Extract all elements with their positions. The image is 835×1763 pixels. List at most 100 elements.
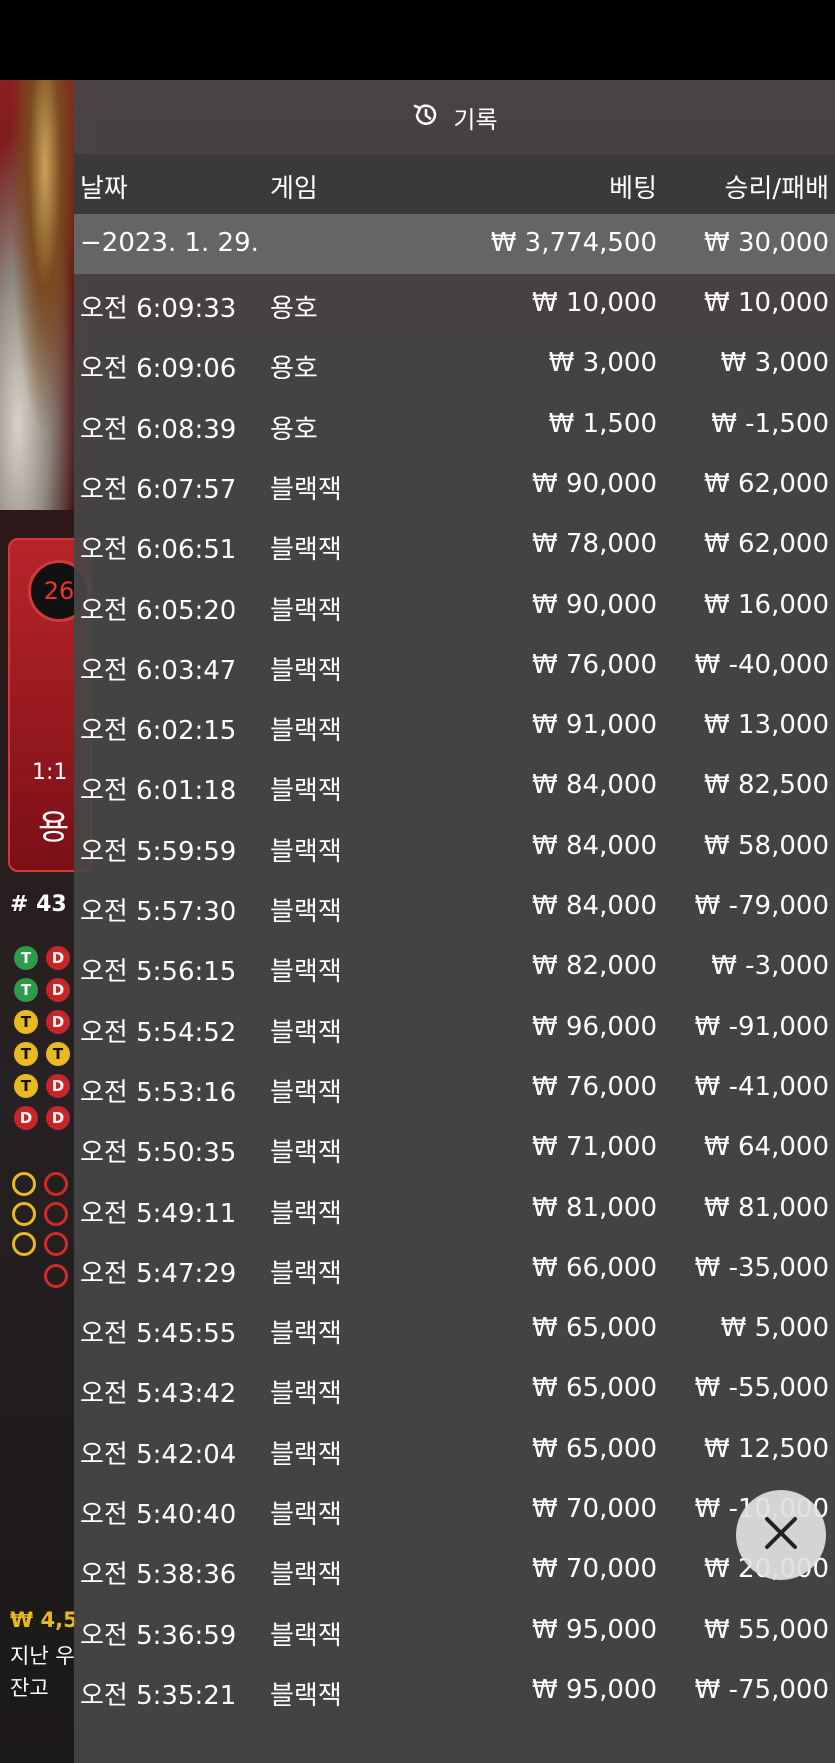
history-row[interactable]: 오전 6:07:57 블랙잭 ₩ 90,000 ₩ 62,000: [74, 455, 835, 515]
history-row[interactable]: 오전 6:09:33 용호 ₩ 10,000 ₩ 10,000: [74, 274, 835, 334]
date-group-label: −2023. 1. 29.: [80, 228, 259, 258]
bead-tie: T: [14, 1042, 38, 1066]
row-bet: ₩ 90,000: [532, 468, 657, 499]
row-game: 블랙잭: [270, 1620, 342, 1651]
row-bet: ₩ 82,000: [532, 951, 657, 982]
row-game: 블랙잭: [270, 1560, 342, 1591]
bead-dragon: D: [46, 1106, 70, 1130]
column-game: 게임: [270, 174, 318, 204]
balance-amount: ₩ 4,5: [10, 1608, 78, 1632]
history-row[interactable]: 오전 6:06:51 블랙잭 ₩ 78,000 ₩ 62,000: [74, 515, 835, 575]
row-bet: ₩ 65,000: [532, 1373, 657, 1404]
history-row[interactable]: 오전 5:40:40블랙잭₩ 70,000₩ -10,000: [74, 1480, 835, 1540]
row-result: ₩ -41,000: [694, 1071, 829, 1102]
history-row[interactable]: 오전 6:08:39 용호 ₩ 1,500 ₩ -1,500: [74, 395, 835, 455]
history-row[interactable]: 오전 5:35:21 블랙잭 ₩ 95,000 ₩ -75,000: [74, 1661, 835, 1721]
row-game: 블랙잭: [270, 1680, 342, 1711]
row-game: 블랙잭: [270, 776, 342, 807]
row-game: 블랙잭: [270, 1258, 342, 1289]
row-time: 오전 5:54:52: [80, 1017, 237, 1048]
history-row[interactable]: 오전 5:47:29 블랙잭 ₩ 66,000 ₩ -35,000: [74, 1239, 835, 1299]
row-game: 블랙잭: [270, 957, 342, 988]
history-row[interactable]: 오전 5:43:42 블랙잭 ₩ 65,000 ₩ -55,000: [74, 1359, 835, 1419]
row-game: 블랙잭: [270, 897, 342, 927]
history-row[interactable]: 오전 5:42:04 블랙잭 ₩ 65,000 ₩ 12,500: [74, 1420, 835, 1480]
bead-dragon: D: [46, 978, 70, 1002]
row-result: ₩ 62,000: [704, 468, 829, 499]
row-result: ₩ 16,000: [704, 589, 829, 620]
row-game: 블랙잭: [270, 595, 342, 626]
road-ring: [44, 1232, 68, 1256]
history-row[interactable]: 오전 5:59:59 블랙잭 ₩ 84,000 ₩ 58,000: [74, 817, 835, 877]
row-bet: ₩ 91,000: [532, 710, 657, 741]
row-game: 블랙잭: [270, 655, 342, 686]
row-time: 오전 5:59:59: [80, 836, 237, 867]
row-result: ₩ 82,500: [704, 770, 829, 801]
last-win-label: 지난 우: [10, 1644, 75, 1668]
road-ring: [12, 1202, 36, 1226]
row-game: 블랙잭: [270, 1198, 342, 1229]
bead-dragon: D: [46, 1074, 70, 1098]
history-row[interactable]: 오전 5:56:15 블랙잭 ₩ 82,000 ₩ -3,000: [74, 937, 835, 997]
date-total-bet: ₩ 3,774,500: [490, 228, 657, 258]
road-ring: [44, 1264, 68, 1288]
history-row[interactable]: 오전 6:05:20 블랙잭 ₩ 90,000 ₩ 16,000: [74, 576, 835, 636]
history-row[interactable]: 오전 6:02:15 블랙잭 ₩ 91,000 ₩ 13,000: [74, 696, 835, 756]
row-time: 오전 5:42:04: [80, 1439, 237, 1470]
row-game: 블랙잭: [270, 836, 342, 867]
history-row[interactable]: 오전 6:09:06 용호 ₩ 3,000 ₩ 3,000: [74, 334, 835, 394]
column-date: 날짜: [80, 174, 128, 204]
dragon-label: 용: [38, 808, 70, 848]
row-bet: ₩ 70,000: [532, 1554, 657, 1585]
panel-title: 기록: [453, 105, 498, 134]
row-bet: ₩ 78,000: [532, 529, 657, 560]
history-row[interactable]: 오전 5:45:55 블랙잭 ₩ 65,000 ₩ 5,000: [74, 1299, 835, 1359]
road-ring: [12, 1232, 36, 1256]
date-total-result: ₩ 30,000: [704, 228, 829, 258]
row-game: 블랙잭: [270, 1500, 342, 1530]
row-game: 블랙잭: [270, 716, 342, 747]
row-time: 오전 5:45:55: [80, 1319, 237, 1350]
row-game: 블랙잭: [270, 1439, 342, 1470]
column-result: 승리/패배: [724, 174, 829, 204]
close-button[interactable]: [736, 1490, 826, 1580]
row-bet: ₩ 70,000: [532, 1494, 657, 1524]
history-row[interactable]: 오전 5:57:30 블랙잭 ₩ 84,000 ₩ -79,000: [74, 877, 835, 937]
row-result: ₩ 62,000: [704, 529, 829, 560]
row-result: ₩ 12,500: [704, 1433, 829, 1464]
row-bet: ₩ 81,000: [532, 1192, 657, 1223]
row-game: 용호: [270, 294, 318, 324]
row-bet: ₩ 71,000: [532, 1132, 657, 1163]
history-row[interactable]: 오전 6:03:47 블랙잭 ₩ 76,000 ₩ -40,000: [74, 636, 835, 696]
row-result: ₩ 10,000: [704, 288, 829, 318]
row-game: 블랙잭: [270, 535, 342, 566]
row-result: ₩ 5,000: [720, 1313, 829, 1344]
row-time: 오전 5:38:36: [80, 1560, 237, 1591]
row-time: 오전 5:56:15: [80, 957, 237, 988]
history-row[interactable]: 오전 5:49:11 블랙잭 ₩ 81,000 ₩ 81,000: [74, 1179, 835, 1239]
row-time: 오전 6:02:15: [80, 716, 237, 747]
history-icon: [411, 100, 441, 134]
row-result: ₩ 64,000: [704, 1132, 829, 1163]
history-row[interactable]: 오전 6:01:18 블랙잭 ₩ 84,000 ₩ 82,500: [74, 756, 835, 816]
row-time: 오전 5:57:30: [80, 897, 237, 927]
row-time: 오전 5:49:11: [80, 1198, 237, 1229]
row-result: ₩ -1,500: [711, 408, 829, 439]
history-row[interactable]: 오전 5:53:16 블랙잭 ₩ 76,000 ₩ -41,000: [74, 1058, 835, 1118]
date-group-row[interactable]: −2023. 1. 29. ₩ 3,774,500 ₩ 30,000: [74, 214, 835, 274]
history-row[interactable]: 오전 5:36:59 블랙잭 ₩ 95,000 ₩ 55,000: [74, 1601, 835, 1661]
balance-label: 잔고: [10, 1676, 49, 1700]
history-row[interactable]: 오전 5:54:52 블랙잭 ₩ 96,000 ₩ -91,000: [74, 998, 835, 1058]
row-game: 블랙잭: [270, 1379, 342, 1410]
row-result: ₩ -75,000: [694, 1674, 829, 1705]
row-time: 오전 5:47:29: [80, 1258, 237, 1289]
bead-dragon: D: [46, 1010, 70, 1034]
row-time: 오전 5:43:42: [80, 1379, 237, 1410]
history-row[interactable]: 오전 5:38:36블랙잭₩ 70,000₩ 20,000: [74, 1540, 835, 1600]
row-result: ₩ 81,000: [704, 1192, 829, 1223]
bead-tie: T: [14, 946, 38, 970]
history-row[interactable]: 오전 5:50:35 블랙잭 ₩ 71,000 ₩ 64,000: [74, 1118, 835, 1178]
row-bet: ₩ 84,000: [532, 770, 657, 801]
row-time: 오전 6:07:57: [80, 474, 237, 505]
row-game: 블랙잭: [270, 1077, 342, 1108]
